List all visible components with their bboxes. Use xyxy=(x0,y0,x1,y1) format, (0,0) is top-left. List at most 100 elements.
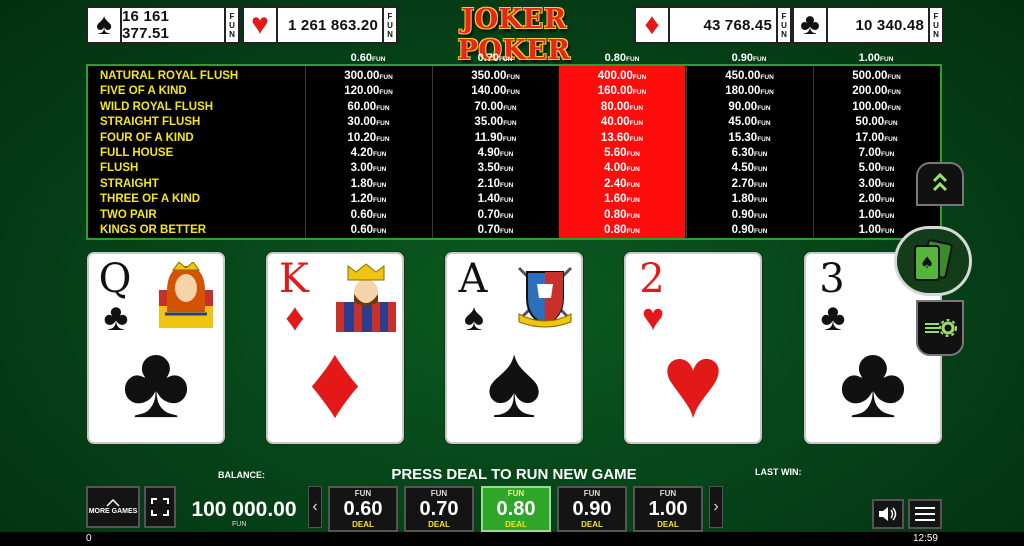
card-rank: A xyxy=(458,256,488,302)
payout-cell: 450.00FUN xyxy=(725,70,774,82)
paytable-column-0: 300.00FUN 120.00FUN 60.00FUN 30.00FUN 10.20F… xyxy=(305,66,431,238)
chevrons-up-icon xyxy=(932,172,948,192)
club-icon: ♣ xyxy=(792,6,828,44)
payout-cell: 100.00FUN xyxy=(852,100,901,113)
jackpot-diamond: ♦ 43 768.45 FUN xyxy=(634,6,792,44)
jackpot-currency: FUN xyxy=(226,6,240,44)
payout-cell: 60.00FUN xyxy=(347,100,390,113)
hand-name: THREE OF A KIND xyxy=(100,193,201,206)
deal-button-4[interactable]: FUN 1.00 DEAL xyxy=(633,486,703,532)
bet-currency: FUN xyxy=(583,489,601,498)
deal-button-2[interactable]: FUN 0.80 DEAL xyxy=(481,486,551,532)
card-rank: 3 xyxy=(819,256,845,302)
payout-cell: 2.40FUN xyxy=(604,177,640,190)
jackpot-value: 43 768.45 xyxy=(670,6,778,44)
payout-cell: 0.60FUN xyxy=(350,208,387,221)
double-up-button[interactable]: ♠ xyxy=(894,226,972,296)
payout-cell: 2.70FUN xyxy=(731,177,768,190)
balance-currency: FUN xyxy=(232,521,247,528)
payout-cell: 15.30FUN xyxy=(728,131,771,144)
payout-cell: 70.00FUN xyxy=(474,100,517,113)
deal-label: DEAL xyxy=(581,520,603,529)
hamburger-menu-icon xyxy=(915,507,935,521)
card-1[interactable]: Q ♣ ♣ xyxy=(87,252,225,444)
paytable-column-1: 350.00FUN 140.00FUN 70.00FUN 35.00FUN 11.90F… xyxy=(432,66,558,238)
diamond-icon: ♦ xyxy=(634,6,670,44)
payout-cell: 1.80FUN xyxy=(731,193,768,206)
payout-cell: 13.60FUN xyxy=(600,131,644,144)
payout-cell: 4.20FUN xyxy=(350,146,387,159)
balance-value: 100 000.00 xyxy=(191,498,297,521)
deal-button-1[interactable]: FUN 0.70 DEAL xyxy=(404,486,474,532)
payout-cell: 160.00FUN xyxy=(597,85,647,98)
bet-header-0: 0.60FUN xyxy=(350,52,386,64)
bet-header-3: 0.90FUN xyxy=(731,52,767,64)
paytable: NATURAL ROYAL FLUSH FIVE OF A KIND WILD RO… xyxy=(86,64,942,240)
hand-name: STRAIGHT xyxy=(100,177,159,190)
bet-value: 1.00 xyxy=(648,498,688,520)
fullscreen-button[interactable] xyxy=(144,486,176,528)
bet-currency: FUN xyxy=(430,489,448,498)
card-4[interactable]: 2 ♥ ♥ xyxy=(624,252,762,444)
payout-cell: 120.00FUN xyxy=(344,85,393,98)
hand-name: FOUR OF A KIND xyxy=(100,131,194,144)
more-games-button[interactable]: MORE GAMES xyxy=(86,486,140,528)
footer-counter: 0 xyxy=(86,533,92,544)
payout-cell: 30.00FUN xyxy=(347,116,390,129)
payout-cell: 7.00FUN xyxy=(858,146,895,159)
jackpot-value: 16 161 377.51 xyxy=(122,6,226,44)
hand-name: STRAIGHT FLUSH xyxy=(100,116,201,129)
spade-icon: ♠ xyxy=(86,6,122,44)
status-footer: 0 12:59 xyxy=(0,532,1024,546)
balance-label: BALANCE: xyxy=(218,470,265,480)
payout-cell: 3.00FUN xyxy=(350,162,387,175)
payout-cell: 10.20FUN xyxy=(347,131,390,144)
payout-cell: 1.40FUN xyxy=(477,193,514,206)
bet-value: 0.60 xyxy=(343,498,383,520)
status-message: PRESS DEAL TO RUN NEW GAME xyxy=(391,466,637,483)
chevron-right-icon: › xyxy=(713,498,719,515)
jackpot-club: ♣ 10 340.48 FUN xyxy=(792,6,944,44)
payout-cell: 200.00FUN xyxy=(852,85,901,98)
card-2[interactable]: K ♦ ♦ xyxy=(266,252,404,444)
menu-button[interactable] xyxy=(908,499,942,529)
bet-up-button[interactable] xyxy=(916,162,964,206)
hand-name: FIVE OF A KIND xyxy=(100,85,187,98)
payout-cell: 1.20FUN xyxy=(350,193,387,206)
payout-cell: 35.00FUN xyxy=(474,116,517,129)
cards-icon: ♠ xyxy=(914,239,953,281)
payout-cell: 0.60FUN xyxy=(350,223,387,236)
clock: 12:59 xyxy=(912,533,938,544)
bet-header-2: 0.80FUN xyxy=(604,52,640,64)
bet-scroll-right-button[interactable]: › xyxy=(709,486,723,528)
jackpot-currency: FUN xyxy=(384,6,398,44)
spade-icon: ♠ xyxy=(486,324,542,440)
bet-value: 0.80 xyxy=(496,498,536,520)
payout-cell: 0.70FUN xyxy=(477,208,514,221)
payout-cell: 6.30FUN xyxy=(731,146,768,159)
payout-cell: 1.80FUN xyxy=(350,177,387,190)
payout-cell: 180.00FUN xyxy=(725,85,774,98)
hand-name: WILD ROYAL FLUSH xyxy=(100,100,214,113)
bet-currency: FUN xyxy=(507,489,525,498)
bet-scroll-left-button[interactable]: ‹ xyxy=(308,486,322,528)
payout-cell: 4.90FUN xyxy=(477,146,514,159)
speaker-icon xyxy=(879,507,897,521)
hand-name: KINGS OR BETTER xyxy=(100,223,207,236)
deal-button-0[interactable]: FUN 0.60 DEAL xyxy=(328,486,398,532)
sound-button[interactable] xyxy=(872,499,904,529)
deal-label: DEAL xyxy=(428,520,450,529)
payout-cell: 1.60FUN xyxy=(604,193,640,206)
deal-label: DEAL xyxy=(505,520,527,529)
club-icon: ♣ xyxy=(121,324,191,440)
control-bar: MORE GAMES 100 000.00 FUN ‹ FUN 0.60 DEA… xyxy=(0,486,1024,532)
payout-cell: 17.00FUN xyxy=(855,131,898,144)
autoplay-settings-icon xyxy=(925,319,957,337)
card-3[interactable]: A ♠ ♠ xyxy=(445,252,583,444)
autoplay-settings-button[interactable] xyxy=(916,300,964,356)
hand-names: NATURAL ROYAL FLUSH FIVE OF A KIND WILD RO… xyxy=(100,69,238,238)
payout-cell: 0.80FUN xyxy=(604,208,640,221)
deal-button-3[interactable]: FUN 0.90 DEAL xyxy=(557,486,627,532)
payout-cell: 0.80FUN xyxy=(604,223,640,236)
fullscreen-icon xyxy=(151,498,169,516)
